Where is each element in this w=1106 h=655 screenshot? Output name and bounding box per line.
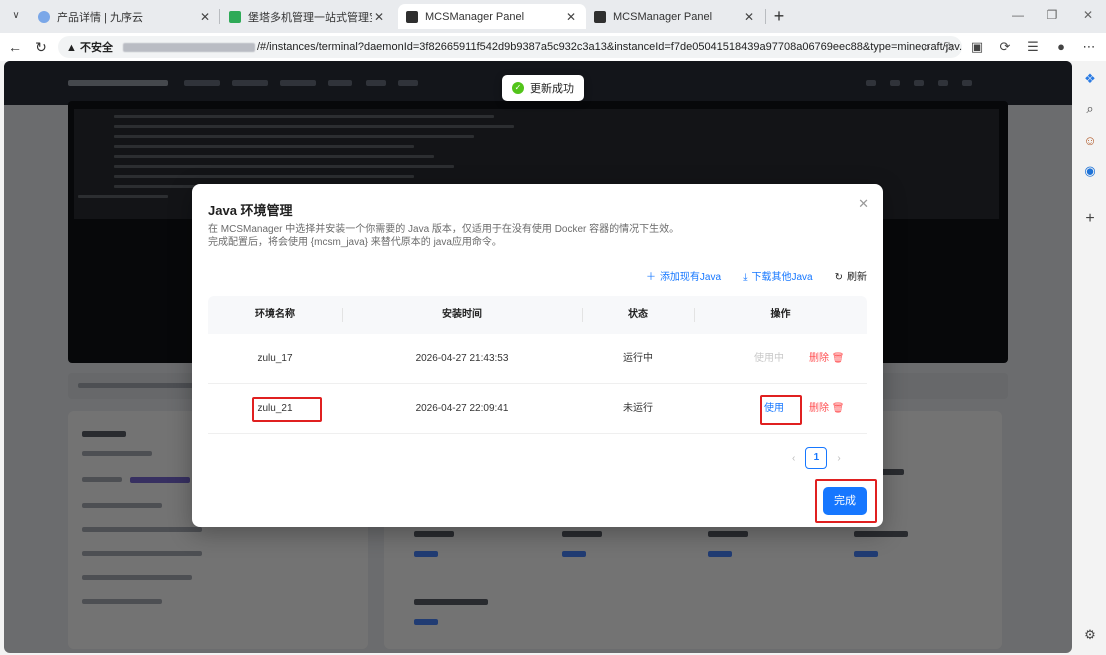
column-header-time: 安装时间 bbox=[442, 309, 482, 320]
window-close-icon[interactable]: ✕ bbox=[1078, 8, 1098, 22]
close-icon[interactable]: ✕ bbox=[742, 10, 756, 24]
description-line: 完成配置后，将会使用 {mcsm_java} 来替代原本的 java应用命令。 bbox=[208, 237, 502, 248]
add-java-button[interactable]: ＋添加现有Java bbox=[646, 268, 721, 283]
mcsm-logo-icon bbox=[406, 10, 418, 23]
trash-icon: 🗑 bbox=[831, 353, 845, 364]
table-row: zulu_21 2026-04-27 22:09:41 未运行 使用 删除 🗑 bbox=[208, 384, 867, 434]
search-icon[interactable]: ⌕ bbox=[1082, 101, 1098, 117]
reload-icon[interactable]: ↻ bbox=[32, 38, 50, 56]
trash-icon: 🗑 bbox=[831, 403, 845, 414]
java-env-table: 环境名称 安装时间 状态 操作 zulu_17 2026-04-27 21:43… bbox=[208, 296, 867, 434]
table-header: 环境名称 安装时间 状态 操作 bbox=[208, 296, 867, 334]
install-time: 2026-04-27 21:43:53 bbox=[415, 353, 509, 364]
column-header-name: 环境名称 bbox=[255, 309, 295, 320]
tab-mcsmanager[interactable]: MCSManager Panel ✕ bbox=[586, 4, 764, 29]
next-page-icon[interactable]: › bbox=[837, 453, 840, 464]
modal-toolbar: ＋添加现有Java ⤓ 下载其他Java ↻ 刷新 bbox=[646, 268, 867, 283]
delete-button[interactable]: 删除 🗑 bbox=[809, 334, 844, 384]
toast-text: 更新成功 bbox=[530, 83, 574, 95]
close-icon[interactable]: ✕ bbox=[564, 10, 578, 24]
shield-icon bbox=[229, 10, 241, 23]
plus-icon: ＋ bbox=[645, 272, 656, 283]
cloud-icon bbox=[38, 10, 50, 23]
delete-label: 删除 bbox=[809, 353, 829, 364]
tab-bt-panel[interactable]: 堡塔多机管理一站式管理宝塔面板 ✕ bbox=[221, 4, 394, 29]
tab-product-detail[interactable]: 产品详情 | 九序云 ✕ bbox=[30, 4, 220, 29]
restore-icon[interactable]: ❐ bbox=[1042, 8, 1062, 22]
highlight-box-name bbox=[252, 397, 322, 422]
settings-icon[interactable]: ⚙ bbox=[1082, 627, 1098, 643]
table-row: zulu_17 2026-04-27 21:43:53 运行中 使用中 删除 🗑 bbox=[208, 334, 867, 384]
download-java-label: 下载其他Java bbox=[751, 272, 813, 283]
minimize-icon[interactable]: — bbox=[1008, 8, 1028, 22]
delete-label: 删除 bbox=[809, 403, 829, 414]
success-toast: ✓ 更新成功 bbox=[502, 75, 584, 101]
download-icon: ⤓ bbox=[743, 272, 748, 283]
address-bar: ← ↻ ▲ 不安全 /#/instances/terminal?daemonId… bbox=[0, 33, 1106, 61]
prev-page-icon[interactable]: ‹ bbox=[792, 453, 795, 464]
refresh-icon: ↻ bbox=[834, 272, 843, 283]
java-env-modal: Java 环境管理 ✕ 在 MCSManager 中选择并安装一个你需要的 Ja… bbox=[192, 184, 883, 527]
new-tab-button[interactable]: + bbox=[768, 5, 790, 27]
close-icon[interactable]: ✕ bbox=[372, 10, 386, 24]
url-field[interactable]: ▲ 不安全 /#/instances/terminal?daemonId=3f8… bbox=[58, 36, 962, 58]
description-line: 在 MCSManager 中选择并安装一个你需要的 Java 版本，仅适用于在没… bbox=[208, 224, 680, 235]
in-use-button: 使用中 bbox=[754, 353, 784, 364]
refresh-button[interactable]: ↻ 刷新 bbox=[835, 268, 867, 283]
extensions-puzzle-icon[interactable]: ⟳ bbox=[996, 38, 1014, 56]
column-header-actions: 操作 bbox=[770, 309, 791, 320]
copilot-icon[interactable]: ❖ bbox=[1082, 71, 1098, 87]
env-name: zulu_17 bbox=[257, 353, 293, 364]
add-java-label: 添加现有Java bbox=[659, 272, 722, 283]
back-icon[interactable]: ← bbox=[6, 38, 24, 56]
env-status: 运行中 bbox=[623, 353, 653, 364]
modal-title: Java 环境管理 bbox=[208, 203, 293, 218]
refresh-label: 刷新 bbox=[847, 272, 867, 283]
tab-title: MCSManager Panel bbox=[613, 10, 713, 23]
extension-icon[interactable]: ▣ bbox=[968, 38, 986, 56]
tab-mcsmanager-active[interactable]: MCSManager Panel ✕ bbox=[398, 4, 586, 29]
tab-title: MCSManager Panel bbox=[425, 10, 525, 23]
pagination: ‹ 1 › bbox=[792, 447, 841, 469]
office-icon[interactable]: ◉ bbox=[1082, 163, 1098, 179]
close-icon[interactable]: ✕ bbox=[198, 10, 212, 24]
not-secure-label: ▲ 不安全 bbox=[66, 42, 113, 54]
favorite-star-icon[interactable]: ☆ bbox=[940, 38, 958, 56]
env-status: 未运行 bbox=[623, 403, 653, 414]
highlight-box-use bbox=[760, 395, 802, 425]
modal-description: 在 MCSManager 中选择并安装一个你需要的 Java 版本，仅适用于在没… bbox=[208, 223, 679, 249]
redacted-host bbox=[122, 42, 255, 52]
tab-title: 产品详情 | 九序云 bbox=[57, 11, 143, 24]
check-circle-icon: ✓ bbox=[512, 82, 524, 94]
tab-actions-icon[interactable]: ∨ bbox=[8, 8, 24, 24]
tab-title: 堡塔多机管理一站式管理宝塔面板 bbox=[248, 11, 372, 24]
edge-sidebar: ❖ ⌕ ☺ ◉ + ⚙ bbox=[1074, 61, 1106, 655]
delete-button[interactable]: 删除 🗑 bbox=[809, 384, 844, 434]
tab-divider bbox=[765, 9, 766, 24]
tab-bar: ∨ 产品详情 | 九序云 ✕ 堡塔多机管理一站式管理宝塔面板 ✕ MCSMana… bbox=[0, 0, 1106, 33]
zoom-icon[interactable]: ⌕ bbox=[918, 38, 936, 56]
add-icon[interactable]: + bbox=[1082, 211, 1098, 227]
url-path: /#/instances/terminal?daemonId=3f8266591… bbox=[256, 41, 962, 53]
mcsm-logo-icon bbox=[594, 10, 606, 23]
user-icon[interactable]: ☺ bbox=[1082, 133, 1098, 149]
more-menu-icon[interactable]: ⋯ bbox=[1080, 38, 1098, 56]
column-header-status: 状态 bbox=[628, 309, 648, 320]
install-time: 2026-04-27 22:09:41 bbox=[415, 403, 509, 414]
done-button[interactable]: 完成 bbox=[823, 487, 867, 515]
favorites-list-icon[interactable]: ☰ bbox=[1024, 38, 1042, 56]
tab-divider bbox=[219, 9, 220, 24]
page-number[interactable]: 1 bbox=[805, 447, 828, 469]
close-icon[interactable]: ✕ bbox=[858, 196, 869, 212]
download-java-button[interactable]: ⤓ 下载其他Java bbox=[743, 268, 813, 283]
profile-avatar-icon[interactable]: ● bbox=[1052, 38, 1070, 56]
